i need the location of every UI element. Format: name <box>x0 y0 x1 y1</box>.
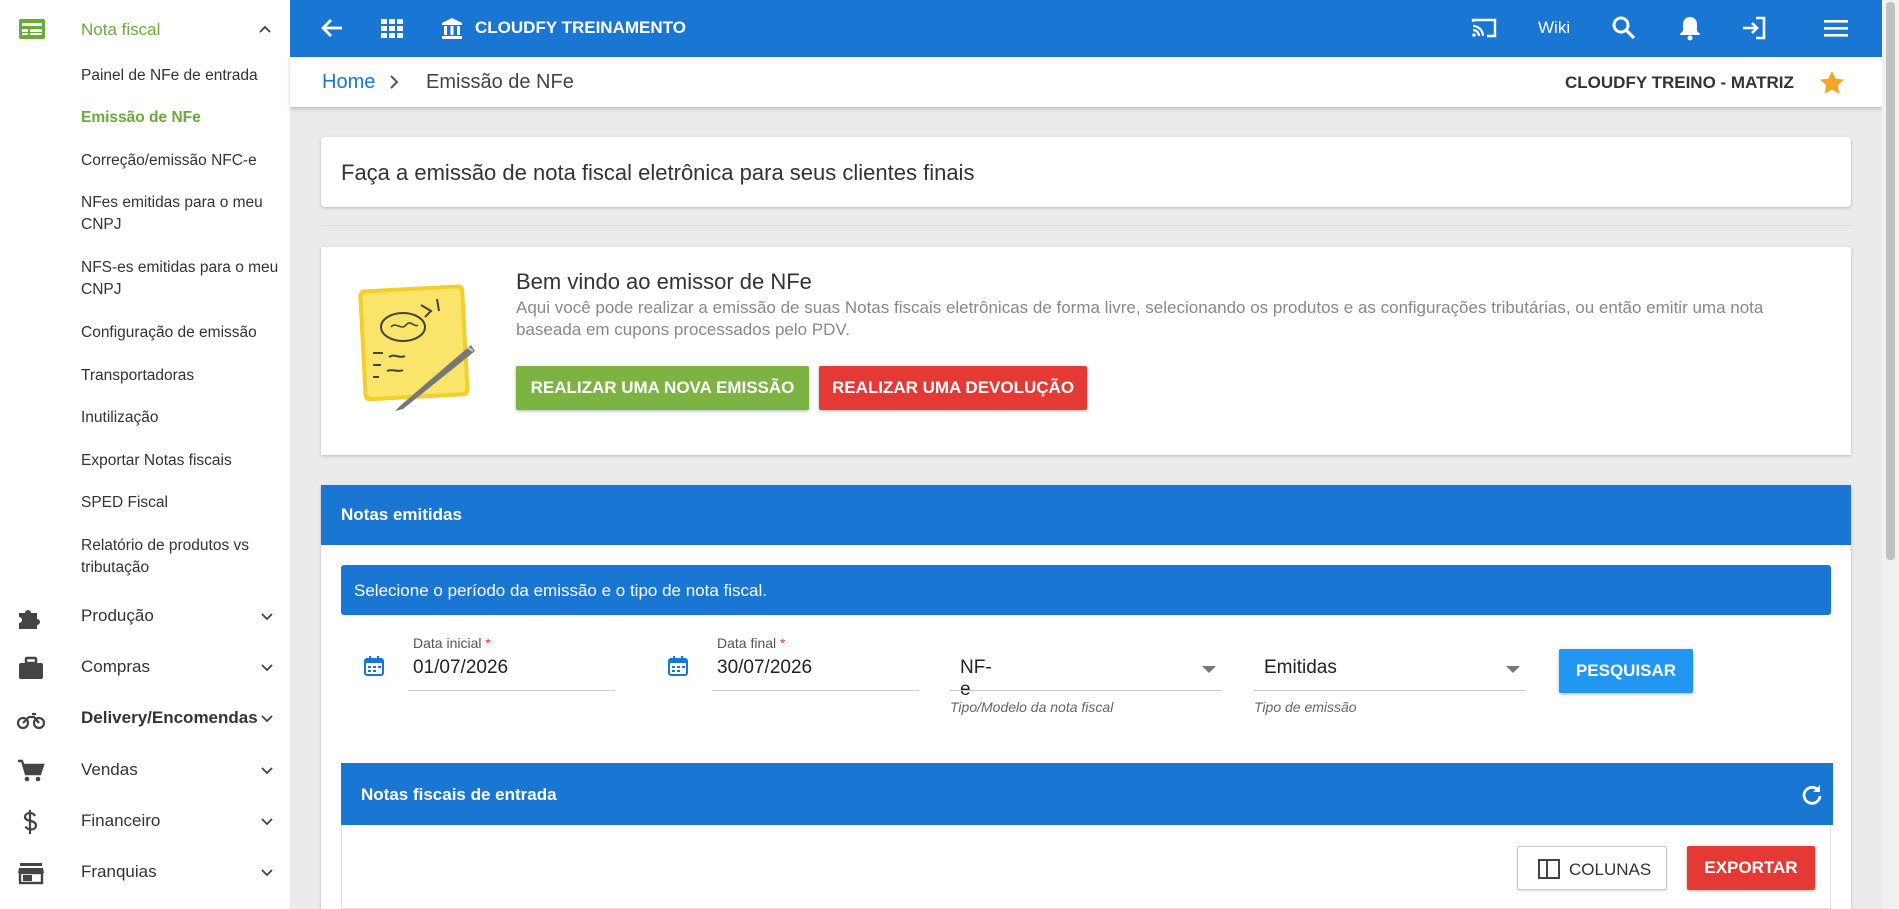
sidebar-item-correcao-nfce[interactable]: Correção/emissão NFC-e <box>81 150 281 172</box>
sidebar-item-sped-fiscal[interactable]: SPED Fiscal <box>81 492 281 514</box>
columns-button-label: COLUNAS <box>1569 860 1652 879</box>
sidebar-item-relatorio-produtos[interactable]: Relatório de produtos vs tributação <box>81 535 281 579</box>
receipt-icon <box>19 19 45 39</box>
motorcycle-icon <box>16 712 46 730</box>
sidebar-section-label: Produção <box>81 606 154 625</box>
model-select-value[interactable]: NF-e <box>960 657 992 701</box>
new-emission-button[interactable]: REALIZAR UMA NOVA EMISSÃO <box>516 366 809 410</box>
entrada-panel: Notas fiscais de entrada COLUNAS EXPORTA… <box>341 763 1833 909</box>
return-emission-button[interactable]: REALIZAR UMA DEVOLUÇÃO <box>819 366 1087 410</box>
sidebar-section-vendas[interactable]: Vendas <box>0 748 290 792</box>
divider <box>321 225 1851 226</box>
search-icon[interactable] <box>1610 14 1638 42</box>
sidebar-section-compras[interactable]: Compras <box>0 645 290 689</box>
emission-type-value[interactable]: Emitidas <box>1264 657 1337 679</box>
menu-hamburger-icon[interactable] <box>1822 14 1850 42</box>
sidebar-section-label: Delivery/Encomendas <box>81 708 258 727</box>
refresh-icon[interactable] <box>1798 782 1824 808</box>
intro-card: Faça a emissão de nota fiscal eletrônica… <box>321 137 1851 207</box>
sidebar-section-nota-fiscal[interactable]: Nota fiscal <box>0 8 290 52</box>
notas-emitidas-title: Notas emitidas <box>341 505 462 524</box>
model-select-hint: Tipo/Modelo da nota fiscal <box>950 699 1114 715</box>
sidebar-item-painel-nfe-entrada[interactable]: Painel de NFe de entrada <box>81 65 281 87</box>
breadcrumb-home-link[interactable]: Home <box>322 71 375 94</box>
dropdown-arrow-icon <box>1506 666 1520 673</box>
chevron-down-icon <box>261 767 273 775</box>
sidebar-section-delivery[interactable]: Delivery/Encomendas <box>0 696 290 740</box>
emission-type-hint: Tipo de emissão <box>1254 699 1357 715</box>
sidebar-item-emissao-nfe[interactable]: Emissão de NFe <box>81 107 281 129</box>
start-date-value[interactable]: 01/07/2026 <box>413 657 508 679</box>
chevron-down-icon <box>261 869 273 877</box>
chevron-down-icon <box>261 715 273 723</box>
company-name: CLOUDFY TREINO - MATRIZ <box>1565 73 1794 92</box>
sidebar-section-label: Franquias <box>81 862 157 881</box>
intro-text: Faça a emissão de nota fiscal eletrônica… <box>341 160 975 185</box>
breadcrumb: Home Emissão de NFe CLOUDFY TREINO - MAT… <box>290 57 1882 107</box>
sidebar: Nota fiscal Painel de NFe de entrada Emi… <box>0 0 290 909</box>
notepad-pencil-illustration <box>358 284 475 411</box>
sidebar-section-label: Compras <box>81 657 150 676</box>
sidebar-section-producao[interactable]: Produção <box>0 594 290 638</box>
sidebar-section-label: Vendas <box>81 760 138 779</box>
calendar-icon[interactable] <box>667 655 689 677</box>
sidebar-section-financeiro[interactable]: Financeiro <box>0 799 290 843</box>
page-scrollbar-thumb[interactable] <box>1886 2 1895 560</box>
info-banner-text: Selecione o período da emissão e o tipo … <box>354 581 767 600</box>
app-brand-title: CLOUDFY TREINAMENTO <box>475 18 686 37</box>
sidebar-item-exportar-notas[interactable]: Exportar Notas fiscais <box>81 450 281 472</box>
breadcrumb-current: Emissão de NFe <box>426 71 574 93</box>
sidebar-section-label: Financeiro <box>81 811 161 830</box>
start-date-label: Data inicial * <box>413 635 491 651</box>
info-banner: Selecione o período da emissão e o tipo … <box>341 565 1831 615</box>
notifications-bell-icon[interactable] <box>1676 14 1704 42</box>
sidebar-section-label: Nota fiscal <box>81 20 161 39</box>
end-date-value[interactable]: 30/07/2026 <box>717 657 812 679</box>
sidebar-item-nfses-emitidas-cnpj[interactable]: NFS-es emitidas para o meu CNPJ <box>81 257 281 301</box>
chevron-right-icon <box>390 75 399 89</box>
welcome-card: Bem vindo ao emissor de NFe Aqui você po… <box>321 247 1851 455</box>
chevron-down-icon <box>261 613 273 621</box>
cast-icon[interactable] <box>1470 14 1498 42</box>
back-arrow-icon[interactable] <box>318 14 346 42</box>
sidebar-section-franquias[interactable]: Franquias <box>0 850 290 894</box>
sidebar-item-nfes-emitidas-cnpj[interactable]: NFes emitidas para o meu CNPJ <box>81 192 281 236</box>
wiki-link[interactable]: Wiki <box>1538 18 1570 38</box>
apps-grid-icon[interactable] <box>378 14 406 42</box>
puzzle-icon <box>19 610 40 629</box>
logout-icon[interactable] <box>1740 14 1768 42</box>
sidebar-item-transportadoras[interactable]: Transportadoras <box>81 365 281 387</box>
chevron-down-icon <box>261 664 273 672</box>
chevron-down-icon <box>261 818 273 826</box>
entrada-header: Notas fiscais de entrada <box>341 763 1833 825</box>
columns-icon <box>1538 859 1560 879</box>
favorite-star-icon[interactable] <box>1818 69 1846 97</box>
chevron-up-icon <box>259 25 271 33</box>
dollar-icon <box>23 810 38 834</box>
store-icon <box>18 863 44 885</box>
bank-icon <box>442 18 462 39</box>
end-date-label: Data final * <box>717 635 786 651</box>
briefcase-icon <box>19 656 43 679</box>
top-app-bar: CLOUDFY TREINAMENTO Wiki <box>290 0 1882 57</box>
notas-emitidas-header: Notas emitidas <box>321 485 1851 545</box>
welcome-title: Bem vindo ao emissor de NFe <box>516 269 812 294</box>
entrada-title: Notas fiscais de entrada <box>361 785 557 804</box>
notas-emitidas-card: Notas emitidas Selecione o período da em… <box>321 485 1851 909</box>
export-button[interactable]: EXPORTAR <box>1687 846 1815 890</box>
dropdown-arrow-icon <box>1202 666 1216 673</box>
calendar-icon[interactable] <box>363 655 385 677</box>
sidebar-item-configuracao-emissao[interactable]: Configuração de emissão <box>81 322 281 344</box>
cart-icon <box>18 759 45 782</box>
sidebar-item-inutilizacao[interactable]: Inutilização <box>81 407 281 429</box>
welcome-description: Aqui você pode realizar a emissão de sua… <box>516 298 1764 339</box>
search-button[interactable]: PESQUISAR <box>1559 649 1693 693</box>
columns-button[interactable]: COLUNAS <box>1517 846 1667 890</box>
